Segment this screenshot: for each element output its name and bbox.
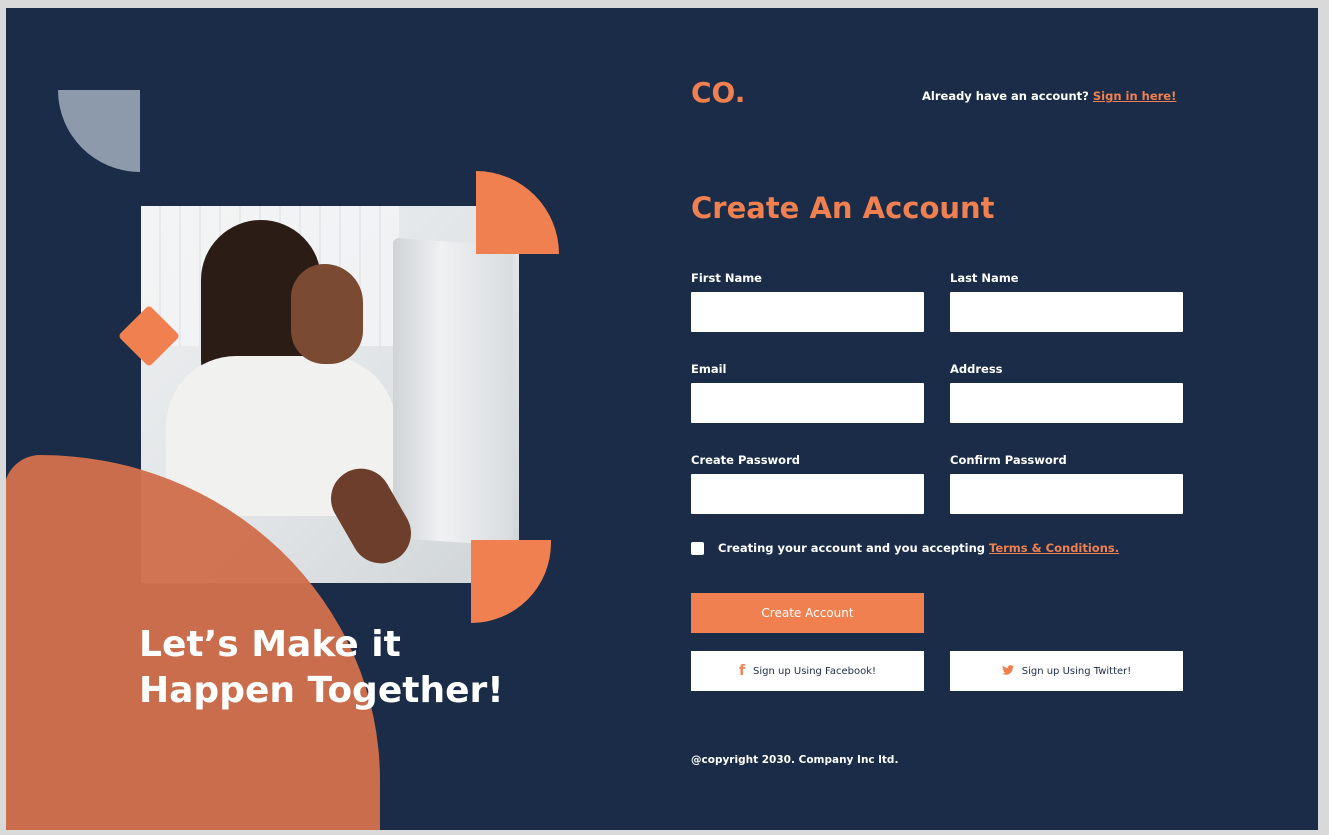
twitter-signup-button[interactable]: Sign up Using Twitter! bbox=[950, 651, 1183, 691]
decorative-quarter-circle-orange-top bbox=[476, 171, 559, 254]
copyright-text: @copyright 2030. Company Inc ltd. bbox=[691, 754, 899, 766]
decorative-quarter-circle-orange-bottom bbox=[471, 540, 551, 623]
photo-person-face bbox=[291, 264, 363, 364]
hero-tagline: Let’s Make it Happen Together! bbox=[139, 622, 559, 714]
decorative-quarter-circle-gray bbox=[58, 90, 140, 172]
facebook-signup-button[interactable]: f Sign up Using Facebook! bbox=[691, 651, 924, 691]
photo-monitor bbox=[393, 237, 513, 547]
confirm-password-input[interactable] bbox=[950, 474, 1183, 514]
terms-link[interactable]: Terms & Conditions. bbox=[989, 541, 1119, 555]
twitter-icon bbox=[1001, 663, 1014, 679]
facebook-signup-label: Sign up Using Facebook! bbox=[753, 665, 877, 677]
facebook-icon: f bbox=[738, 663, 746, 679]
terms-row: Creating your account and you accepting … bbox=[691, 541, 1119, 555]
create-password-input[interactable] bbox=[691, 474, 924, 514]
first-name-field: First Name bbox=[691, 271, 924, 332]
confirm-password-label: Confirm Password bbox=[950, 453, 1067, 467]
last-name-label: Last Name bbox=[950, 271, 1019, 285]
terms-text: Creating your account and you accepting bbox=[718, 541, 986, 555]
signup-page: Let’s Make it Happen Together! CO. Alrea… bbox=[6, 8, 1318, 830]
create-account-button[interactable]: Create Account bbox=[691, 593, 924, 633]
first-name-label: First Name bbox=[691, 271, 762, 285]
form-title: Create An Account bbox=[691, 191, 995, 225]
email-input[interactable] bbox=[691, 383, 924, 423]
confirm-password-field: Confirm Password bbox=[950, 453, 1183, 514]
create-password-field: Create Password bbox=[691, 453, 924, 514]
address-input[interactable] bbox=[950, 383, 1183, 423]
brand-logo: CO. bbox=[691, 76, 746, 109]
signin-prompt-text: Already have an account? bbox=[922, 89, 1089, 103]
address-field: Address bbox=[950, 362, 1183, 423]
address-label: Address bbox=[950, 362, 1003, 376]
last-name-field: Last Name bbox=[950, 271, 1183, 332]
hero-tagline-line2: Happen Together! bbox=[139, 670, 504, 711]
hero-tagline-line1: Let’s Make it bbox=[139, 624, 401, 665]
create-password-label: Create Password bbox=[691, 453, 800, 467]
terms-checkbox[interactable] bbox=[691, 541, 704, 555]
signin-prompt: Already have an account? Sign in here! bbox=[922, 89, 1176, 103]
first-name-input[interactable] bbox=[691, 292, 924, 332]
twitter-signup-label: Sign up Using Twitter! bbox=[1021, 665, 1132, 677]
email-field: Email bbox=[691, 362, 924, 423]
email-label: Email bbox=[691, 362, 727, 376]
last-name-input[interactable] bbox=[950, 292, 1183, 332]
signin-link[interactable]: Sign in here! bbox=[1093, 89, 1176, 103]
